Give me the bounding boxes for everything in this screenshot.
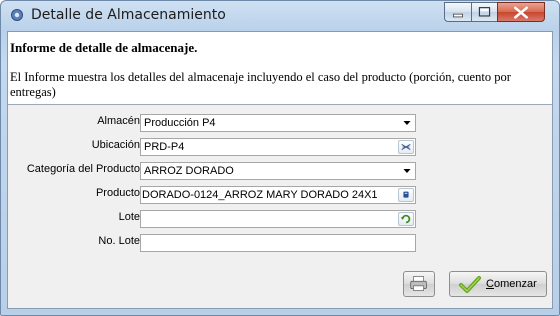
dialog-content: Informe de detalle de almacenaje. El Inf… [7,31,553,309]
product-field[interactable]: DORADO-0124_ARROZ MARY DORADO 24X1 [140,186,416,204]
maximize-button[interactable] [471,2,498,22]
title-bar[interactable]: Detalle de Almacenamiento [1,1,559,31]
checkmark-icon [459,276,481,293]
gear-icon [11,9,23,21]
warehouse-select[interactable]: Producción P4 [140,114,416,132]
warehouse-value: Producción P4 [144,117,216,129]
location-field[interactable]: PRD-P4 [140,138,416,156]
maximize-icon [478,7,491,17]
close-icon [513,6,528,19]
report-description: El Informe muestra los detalles del alma… [10,70,511,99]
start-label-rest: omenzar [493,278,537,290]
minimize-icon [452,13,464,18]
parameter-form: Almacén Producción P4 Ubicación PRD-P4 C… [8,105,552,261]
close-button[interactable] [497,2,545,22]
dialog-window: Detalle de Almacenamiento Informe de det… [0,0,560,316]
chevron-down-icon[interactable] [400,116,414,130]
printer-icon [410,276,427,291]
start-button-label: Comenzar [486,278,537,290]
product-lookup-button[interactable] [398,188,414,202]
dialog-footer: Comenzar [8,261,552,308]
lot-number-label: No. Lote [98,235,140,247]
window-title: Detalle de Almacenamiento [31,7,226,23]
refresh-icon [400,214,411,224]
lot-number-field[interactable] [140,234,416,252]
location-picker-button[interactable] [398,140,414,154]
report-header: Informe de detalle de almacenaje. El Inf… [8,32,552,105]
report-title: Informe de detalle de almacenaje. [10,40,198,55]
chevron-down-icon[interactable] [400,164,414,178]
product-category-select[interactable]: ARROZ DORADO [140,162,416,180]
location-value: PRD-P4 [144,141,185,153]
print-button[interactable] [403,271,435,297]
locator-icon [401,143,411,151]
product-label: Producto [95,187,140,199]
warehouse-label: Almacén [97,115,140,127]
lot-label: Lote [118,211,140,223]
start-button[interactable]: Comenzar [449,271,547,297]
info-icon [403,191,409,198]
start-mnemonic: C [486,278,494,290]
product-category-label: Categoría del Producto [26,163,140,175]
lot-field[interactable] [140,210,416,228]
minimize-button[interactable] [444,2,472,22]
lot-refresh-button[interactable] [398,212,414,226]
location-label: Ubicación [91,139,140,151]
product-value: DORADO-0124_ARROZ MARY DORADO 24X1 [142,189,378,201]
product-category-value: ARROZ DORADO [144,165,234,177]
